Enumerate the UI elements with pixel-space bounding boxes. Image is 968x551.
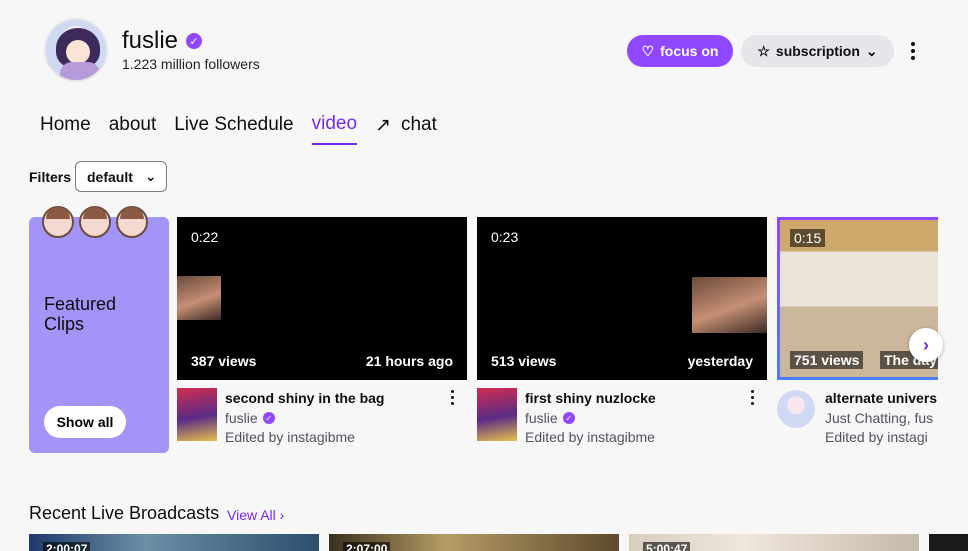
clip-card[interactable]: 0:22 387 views 21 hours ago second shiny… xyxy=(177,217,467,452)
webcam-overlay xyxy=(692,277,767,333)
tab-video[interactable]: video xyxy=(311,113,358,145)
broadcast-duration: 2:07:00 xyxy=(343,542,391,551)
game-boxart[interactable] xyxy=(477,388,517,441)
broadcast-thumbnail[interactable] xyxy=(929,534,968,551)
filter-selected: default xyxy=(87,168,133,185)
avatar-face xyxy=(66,40,90,64)
star-icon: ☆ xyxy=(757,42,770,59)
carousel-next-button[interactable]: › xyxy=(909,328,943,362)
clip-channel-name: fuslie xyxy=(525,410,558,426)
broadcast-thumbnail[interactable]: 2:07:00 xyxy=(329,534,619,551)
follow-button[interactable]: ♡ focus on xyxy=(627,35,733,67)
tab-chat-label: chat xyxy=(400,114,437,135)
subscribe-button[interactable]: ☆ subscription ⌄ xyxy=(741,35,894,67)
show-all-button[interactable]: Show all xyxy=(44,406,126,438)
clip-duration: 0:22 xyxy=(191,229,219,245)
followers-count: 1.223 million followers xyxy=(122,56,260,72)
tab-video-label: video xyxy=(311,113,358,134)
emote-icon xyxy=(116,206,148,238)
clip-channel[interactable]: fuslie ✓ xyxy=(525,410,575,426)
clip-age: 21 hours ago xyxy=(365,353,453,369)
broadcast-duration: 2:00:07 xyxy=(43,542,91,551)
clip-views: 513 views xyxy=(491,353,557,369)
view-all-link[interactable]: View All › xyxy=(227,507,284,523)
clip-more-icon[interactable] xyxy=(751,390,757,405)
view-all-label: View All xyxy=(227,507,276,523)
clip-duration: 0:15 xyxy=(790,229,826,247)
featured-clips-card: Featured Clips Show all xyxy=(29,206,169,453)
clip-title[interactable]: first shiny nuzlocke xyxy=(525,390,656,406)
verified-icon: ✓ xyxy=(262,412,275,424)
clip-views: 387 views xyxy=(191,353,257,369)
tab-chat[interactable]: ↗ chat xyxy=(375,113,437,145)
filter-dropdown[interactable]: default ⌄ xyxy=(75,161,167,192)
chevron-right-icon: › xyxy=(923,334,929,355)
broadcast-thumbnail[interactable]: 5:00:47 xyxy=(629,534,919,551)
game-boxart[interactable] xyxy=(177,388,217,441)
clip-more-icon[interactable] xyxy=(451,390,457,405)
emote-row xyxy=(42,206,148,238)
more-options-icon[interactable] xyxy=(904,39,922,63)
featured-clips-title: Featured Clips xyxy=(44,294,117,334)
recent-broadcasts-title: Recent Live Broadcasts xyxy=(29,503,220,523)
clip-age: yesterday xyxy=(687,353,753,369)
clip-editor: Edited by instagibme xyxy=(525,429,655,445)
clip-meta: second shiny in the bag fuslie ✓ Edited … xyxy=(177,380,467,452)
verified-icon: ✓ xyxy=(562,412,575,424)
arrow-up-right-icon: ↗ xyxy=(375,114,391,136)
broadcast-duration: 5:00:47 xyxy=(643,542,691,551)
clip-duration: 0:23 xyxy=(491,229,519,245)
chevron-right-icon: › xyxy=(279,507,285,523)
tab-about-label: about xyxy=(108,114,157,135)
clip-title[interactable]: alternate univers xyxy=(825,390,937,406)
avatar-body xyxy=(60,62,100,80)
chevron-down-icon: ⌄ xyxy=(865,42,878,59)
verified-icon: ✓ xyxy=(186,33,203,49)
clip-channel-name: fuslie xyxy=(225,410,258,426)
tab-home-label: Home xyxy=(40,114,91,135)
clip-editor: Edited by instagi xyxy=(825,429,928,445)
broadcast-thumbnail[interactable]: 2:00:07 xyxy=(29,534,319,551)
tab-about[interactable]: about xyxy=(109,113,157,145)
tab-schedule-label: Live Schedule xyxy=(174,114,294,135)
heart-icon: ♡ xyxy=(641,42,655,59)
clip-channel[interactable]: fuslie ✓ xyxy=(225,410,275,426)
channel-name: fuslie ✓ xyxy=(122,27,203,55)
emote-icon xyxy=(79,206,111,238)
clip-title[interactable]: second shiny in the bag xyxy=(225,390,384,406)
tab-live-schedule[interactable]: Live Schedule xyxy=(174,113,293,145)
channel-name-text[interactable]: fuslie xyxy=(122,27,178,55)
clip-thumbnail[interactable]: 0:22 387 views 21 hours ago xyxy=(177,217,467,380)
clip-card[interactable]: 0:23 513 views yesterday first shiny nuz… xyxy=(477,217,767,452)
channel-avatar[interactable] xyxy=(44,18,108,82)
clip-thumbnail[interactable]: 0:23 513 views yesterday xyxy=(477,217,767,380)
subscribe-button-label: subscription xyxy=(775,43,860,59)
clip-meta: first shiny nuzlocke fuslie ✓ Edited by … xyxy=(477,380,767,452)
emote-icon xyxy=(42,206,74,238)
channel-tabs: Home about Live Schedule video ↗ chat xyxy=(40,113,455,145)
filters-label: Filters xyxy=(29,169,72,185)
tab-home[interactable]: Home xyxy=(40,113,91,145)
clip-meta: alternate univers Just Chatting, fus Edi… xyxy=(777,380,938,452)
webcam-overlay xyxy=(177,276,221,320)
clip-category[interactable]: Just Chatting, fus xyxy=(825,410,933,426)
follow-button-label: focus on xyxy=(660,43,719,59)
chevron-down-icon: ⌄ xyxy=(144,168,157,184)
clip-views: 751 views xyxy=(790,351,864,369)
channel-avatar[interactable] xyxy=(777,390,815,428)
clip-editor: Edited by instagibme xyxy=(225,429,355,445)
